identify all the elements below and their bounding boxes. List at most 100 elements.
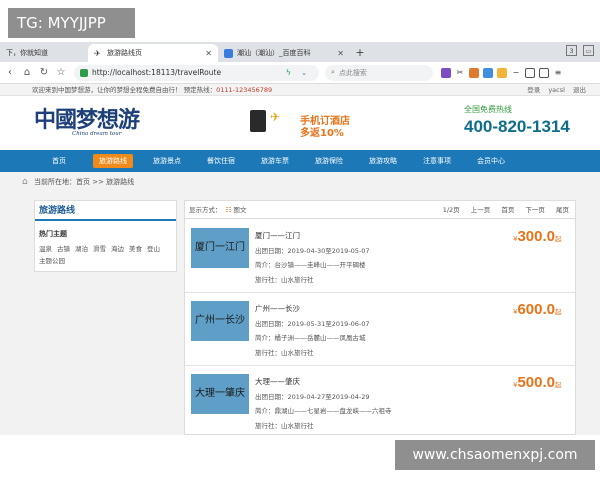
nav-food-lodging[interactable]: 餐饮住宿 xyxy=(194,150,248,172)
overlay-tag: TG: MYYJJPP xyxy=(8,8,135,38)
shield-ext-icon[interactable] xyxy=(483,67,493,78)
minus-icon[interactable]: − xyxy=(511,68,521,78)
theme-tag[interactable]: 主题公园 xyxy=(39,255,65,267)
route-intro: 简介：橘子洲——岳麓山——凤凰古城 xyxy=(255,334,366,342)
hotel-promo-banner[interactable]: ✈ 手机订酒店 多返10% xyxy=(248,108,368,140)
tab-label: 旅游路线页 xyxy=(107,49,142,57)
tab-list-icon[interactable]: 3 xyxy=(566,45,577,56)
nav-notices[interactable]: 注意事项 xyxy=(410,150,464,172)
route-item[interactable]: 大理一肇庆 大理——肇庆 出团日期：2019-04-27至2019-04-29 … xyxy=(185,366,575,435)
page-icon: ✈ xyxy=(94,48,101,58)
close-icon[interactable]: ✕ xyxy=(337,49,344,58)
route-name[interactable]: 厦门——江门 xyxy=(255,230,300,241)
search-placeholder: 点此搜索 xyxy=(338,68,367,77)
first-page-link[interactable]: 首页 xyxy=(501,206,514,214)
tab-bar: 下，你就知道 ✈ 旅游路线页 ✕ 潮汕（潮汕）_百度百科 ✕ + 3 ▭ xyxy=(0,42,600,62)
tab-baidu[interactable]: 下，你就知道 xyxy=(0,44,88,62)
route-name[interactable]: 广州——长沙 xyxy=(255,303,300,314)
shield-icon xyxy=(80,68,88,77)
route-agency: 旅行社：山水旅行社 xyxy=(255,349,314,357)
display-mode[interactable]: 图文 xyxy=(233,206,246,214)
prev-page-link[interactable]: 上一页 xyxy=(471,206,491,214)
nav-home[interactable]: 首页 xyxy=(32,150,86,172)
tab-baike[interactable]: 潮汕（潮汕）_百度百科 ✕ xyxy=(218,44,350,62)
promo-line2: 多返10% xyxy=(300,128,344,139)
tab-label: 下，你就知道 xyxy=(6,49,48,57)
baike-icon xyxy=(224,48,233,58)
route-intro: 简介：鼎湖山——七星岩——盘龙峡——六祖寺 xyxy=(255,407,392,415)
welcome-text: 欢迎来到中国梦想游，让你的梦想全程免费自由行！ 预定热线： xyxy=(32,86,217,94)
site-header: 中國梦想游 China dream tour ✈ 手机订酒店 多返10% 全国免… xyxy=(0,96,600,150)
new-tab-button[interactable]: + xyxy=(350,44,370,62)
nav-tickets[interactable]: 旅游车票 xyxy=(248,150,302,172)
nav-member-center[interactable]: 会员中心 xyxy=(464,150,518,172)
hot-themes-title: 热门主题 xyxy=(39,230,67,238)
route-thumbnail[interactable]: 广州一长沙 xyxy=(191,301,249,341)
back-icon[interactable]: ‹ xyxy=(3,67,17,78)
scissors-icon[interactable]: ✂ xyxy=(455,68,465,78)
sidebar-title: 旅游路线 xyxy=(35,201,176,221)
breadcrumb: ⌂ 当前所在地：首页 >> 旅游路线 xyxy=(0,172,600,192)
browser-window: 下，你就知道 ✈ 旅游路线页 ✕ 潮汕（潮汕）_百度百科 ✕ + 3 ▭ ‹ ⌂… xyxy=(0,0,600,435)
window-controls: 3 ▭ xyxy=(566,45,594,56)
route-thumbnail[interactable]: 大理一肇庆 xyxy=(191,374,249,414)
main-content: 旅游路线 热门主题 温泉 古镇 湖泊 滑雪 海边 美食 登山 主题公园 显示方式： ☷ 图文 … xyxy=(0,192,600,435)
route-date: 出团日期：2019-04-27至2019-04-29 xyxy=(255,393,370,401)
grid2-icon[interactable] xyxy=(539,67,549,78)
home-icon[interactable]: ⌂ xyxy=(20,67,34,78)
route-name[interactable]: 大理——肇庆 xyxy=(255,376,300,387)
theme-tag[interactable]: 海边 xyxy=(111,243,124,255)
close-icon[interactable]: ✕ xyxy=(205,49,212,58)
list-view-icon[interactable]: ☷ xyxy=(226,206,232,214)
logout-link[interactable]: 退出 xyxy=(573,86,586,94)
restore-icon[interactable]: ▭ xyxy=(583,45,594,56)
watermark: www.chsaomenxpj.com xyxy=(395,440,595,470)
bolt-icon[interactable]: ϟ xyxy=(286,68,291,77)
route-price: ¥300.0起 xyxy=(513,228,562,245)
logo-text: 中國梦想游 xyxy=(34,107,140,133)
route-date: 出团日期：2019-05-31至2019-06-07 xyxy=(255,320,370,328)
menu-icon[interactable] xyxy=(525,67,535,78)
puzzle-icon[interactable] xyxy=(497,67,507,78)
main-nav: 首页 旅游路线 旅游景点 餐饮住宿 旅游车票 旅游保险 旅游攻略 注意事项 会员… xyxy=(0,150,600,172)
username-link[interactable]: yacsl xyxy=(548,86,565,94)
reload-icon[interactable]: ↻ xyxy=(37,67,51,78)
route-thumbnail[interactable]: 厦门一江门 xyxy=(191,228,249,268)
url-field[interactable]: http://localhost:18113/travelRoute ϟ ⌄ xyxy=(74,64,319,81)
pager: 1/2页 上一页 首页 下一页 尾页 xyxy=(434,201,569,219)
theme-tag[interactable]: 滑雪 xyxy=(93,243,106,255)
route-agency: 旅行社：山水旅行社 xyxy=(255,276,314,284)
nav-travel-route[interactable]: 旅游路线 xyxy=(86,150,140,172)
theme-tag[interactable]: 登山 xyxy=(147,243,160,255)
route-item[interactable]: 厦门一江门 厦门——江门 出团日期：2019-04-30至2019-05-07 … xyxy=(185,220,575,293)
nav-guides[interactable]: 旅游攻略 xyxy=(356,150,410,172)
route-date: 出团日期：2019-04-30至2019-05-07 xyxy=(255,247,370,255)
login-link[interactable]: 登录 xyxy=(527,86,540,94)
tab-travel-route[interactable]: ✈ 旅游路线页 ✕ xyxy=(88,44,218,62)
home-icon: ⌂ xyxy=(22,177,28,187)
theme-tag[interactable]: 温泉 xyxy=(39,243,52,255)
sidebar: 旅游路线 热门主题 温泉 古镇 湖泊 滑雪 海边 美食 登山 主题公园 xyxy=(34,200,177,272)
chevron-down-icon[interactable]: ⌄ xyxy=(301,69,307,77)
breadcrumb-text: 当前所在地：首页 >> 旅游路线 xyxy=(34,178,135,186)
route-item[interactable]: 广州一长沙 广州——长沙 出团日期：2019-05-31至2019-06-07 … xyxy=(185,293,575,366)
free-hotline: 全国免费热线 400-820-1314 xyxy=(464,104,594,137)
nav-insurance[interactable]: 旅游保险 xyxy=(302,150,356,172)
grid-icon[interactable] xyxy=(441,67,451,78)
listing-toolbar: 显示方式： ☷ 图文 1/2页 上一页 首页 下一页 尾页 xyxy=(185,201,575,219)
theme-tag[interactable]: 美食 xyxy=(129,243,142,255)
theme-tags: 温泉 古镇 湖泊 滑雪 海边 美食 登山 主题公园 xyxy=(35,243,176,267)
more-icon[interactable]: ≡ xyxy=(553,68,563,78)
display-label: 显示方式： xyxy=(189,206,222,214)
next-page-link[interactable]: 下一页 xyxy=(525,206,545,214)
user-links: 登录 yacsl 退出 xyxy=(521,84,586,96)
search-icon: ⌕ xyxy=(331,68,335,76)
nav-attractions[interactable]: 旅游景点 xyxy=(140,150,194,172)
search-input[interactable]: ⌕ 点此搜索 xyxy=(325,64,433,81)
gamepad-icon[interactable] xyxy=(469,67,479,78)
theme-tag[interactable]: 古镇 xyxy=(57,243,70,255)
last-page-link[interactable]: 尾页 xyxy=(556,206,569,214)
star-icon[interactable]: ☆ xyxy=(54,67,68,78)
site-logo[interactable]: 中國梦想游 China dream tour xyxy=(34,102,146,144)
theme-tag[interactable]: 湖泊 xyxy=(75,243,88,255)
